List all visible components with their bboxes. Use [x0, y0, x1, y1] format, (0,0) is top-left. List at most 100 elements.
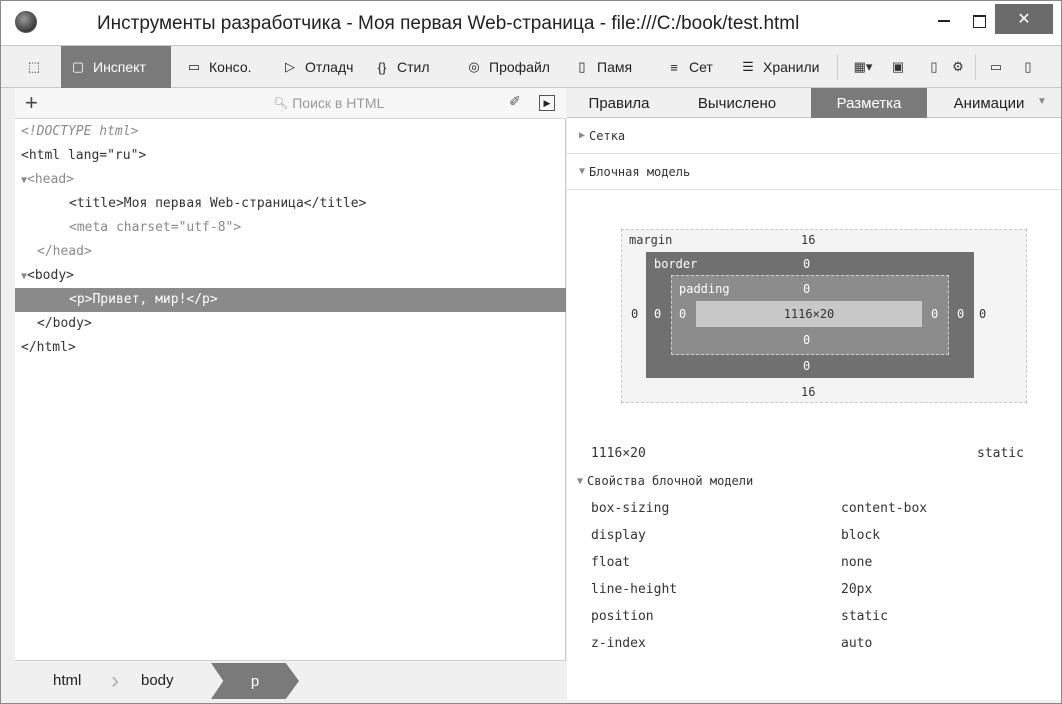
responsive-icon[interactable]: ▯	[925, 58, 943, 76]
debugger-icon: ▷	[285, 59, 295, 74]
tab-storage-label: Хранили	[763, 59, 820, 75]
firefox-icon	[15, 11, 37, 33]
tab-memory[interactable]: ▯ Памя	[565, 46, 649, 88]
margin-top-value[interactable]: 16	[801, 233, 815, 247]
prop-value: none	[841, 555, 873, 570]
tab-console[interactable]: ▭ Консо.	[177, 46, 269, 88]
expand-triangle-icon: ▼	[577, 475, 584, 487]
minimize-button[interactable]	[927, 7, 961, 35]
gear-icon[interactable]: ⚙	[949, 58, 967, 76]
box-model-section-header[interactable]: ▼ Блочная модель	[567, 154, 1061, 190]
html-search[interactable]: 🔍︎ Поиск в HTML	[273, 92, 487, 114]
html-close-node: </html>	[21, 340, 76, 355]
prop-value: content-box	[841, 501, 928, 516]
search-placeholder: Поиск в HTML	[292, 95, 385, 111]
devtools-toolbar: ⬚ ▢ Инспект ▭ Консо. ▷ Отладч {} Стил ◎ …	[1, 45, 1061, 88]
meta-node: <meta charset="utf-8">	[69, 220, 242, 235]
markup-tree: <!DOCTYPE html> <html lang="ru"> ▼<head>…	[15, 120, 566, 360]
dock-side-icon[interactable]: ▯	[1019, 58, 1037, 76]
markup-line[interactable]: </head>	[15, 240, 566, 264]
p-node: <p>Привет, мир!</p>	[69, 292, 218, 307]
tabs-overflow-icon[interactable]: ▼	[1037, 96, 1047, 107]
grid-section-header[interactable]: ▶ Сетка	[567, 118, 1061, 154]
margin-right-value[interactable]: 0	[979, 307, 986, 321]
tab-profiler-label: Профайл	[489, 59, 550, 75]
padding-bottom-value[interactable]: 0	[803, 333, 810, 347]
markup-line[interactable]: <meta charset="utf-8">	[15, 216, 566, 240]
border-left-value[interactable]: 0	[654, 307, 661, 321]
padding-left-value[interactable]: 0	[679, 307, 686, 321]
prop-name: line-height	[591, 582, 678, 597]
tab-computed[interactable]: Вычислено	[677, 88, 797, 118]
tab-style-editor[interactable]: {} Стил	[365, 46, 445, 88]
frames-icon[interactable]: ▦▾	[849, 58, 877, 76]
collapse-triangle-icon: ▶	[579, 130, 586, 141]
toolbar-divider	[837, 54, 838, 80]
tab-layout[interactable]: Разметка	[811, 88, 927, 118]
tab-storage[interactable]: ☰ Хранили	[731, 46, 835, 88]
grid-section-label: Сетка	[589, 128, 626, 143]
tab-animations[interactable]: Анимации	[941, 88, 1037, 118]
prop-name: z-index	[591, 636, 646, 651]
prop-value: auto	[841, 636, 873, 651]
tab-rules[interactable]: Правила	[567, 88, 671, 118]
breadcrumb-html[interactable]: html	[53, 661, 81, 700]
add-node-icon[interactable]: +	[25, 90, 38, 116]
element-picker-icon[interactable]: ⬚	[25, 58, 43, 76]
box-props-section-header[interactable]: ▼ Свойства блочной модели	[567, 466, 1061, 496]
tab-network[interactable]: ≡ Сет	[657, 46, 723, 88]
storage-icon: ☰	[742, 59, 754, 74]
box-model-section-label: Блочная модель	[589, 164, 691, 179]
margin-bottom-value[interactable]: 16	[801, 385, 815, 399]
tab-debugger[interactable]: ▷ Отладч	[273, 46, 363, 88]
memory-icon: ▯	[578, 59, 586, 74]
padding-right-value[interactable]: 0	[931, 307, 938, 321]
doctype-node: <!DOCTYPE html>	[21, 124, 139, 139]
border-bottom-value[interactable]: 0	[803, 359, 810, 373]
box-model-content[interactable]: 1116×20	[696, 301, 922, 327]
margin-label: margin	[629, 233, 673, 247]
tab-inspector-label: Инспект	[93, 59, 146, 75]
padding-label: padding	[679, 282, 730, 296]
tab-memory-label: Памя	[597, 59, 633, 75]
margin-left-value[interactable]: 0	[631, 307, 638, 321]
breadcrumb-separator-icon: ›	[111, 667, 119, 694]
window-title: Инструменты разработчика - Моя первая We…	[97, 13, 800, 34]
tab-inspector[interactable]: ▢ Инспект	[61, 46, 171, 88]
prop-row: z-index auto	[591, 631, 1051, 657]
markup-line[interactable]: <html lang="ru">	[15, 144, 566, 168]
markup-line[interactable]: </html>	[15, 336, 566, 360]
head-node: <head>	[27, 172, 74, 187]
sidebar-panel: Правила Вычислено Разметка Анимации ▼ ▶ …	[567, 88, 1061, 700]
eyedropper-icon[interactable]: ✐	[509, 93, 521, 110]
border-top-value[interactable]: 0	[803, 257, 810, 271]
element-size: 1116×20	[591, 446, 646, 461]
prop-value: static	[841, 609, 888, 624]
border-right-value[interactable]: 0	[957, 307, 964, 321]
head-close-node: </head>	[37, 244, 92, 259]
tab-console-label: Консо.	[209, 59, 252, 75]
toggle-sidebar-icon[interactable]: ▶	[539, 95, 555, 111]
markup-line-selected[interactable]: <p>Привет, мир!</p>	[15, 288, 566, 312]
prop-row: float none	[591, 550, 1051, 576]
markup-line[interactable]: </body>	[15, 312, 566, 336]
split-console-icon[interactable]: ▣	[889, 58, 907, 76]
style-editor-icon: {}	[377, 59, 387, 75]
tab-style-editor-label: Стил	[397, 59, 430, 75]
markup-line[interactable]: ▼<body>	[15, 264, 566, 288]
markup-line[interactable]: <title>Моя первая Web-страница</title>	[15, 192, 566, 216]
breadcrumb-p[interactable]: p	[211, 663, 299, 699]
close-button[interactable]: ✕	[995, 4, 1053, 34]
breadcrumb-body[interactable]: body	[141, 661, 174, 700]
maximize-button[interactable]	[962, 7, 996, 35]
tab-profiler[interactable]: ◎ Профайл	[457, 46, 563, 88]
dock-bottom-icon[interactable]: ▭	[987, 58, 1005, 76]
body-node: <body>	[27, 268, 74, 283]
prop-value: 20px	[841, 582, 873, 597]
markup-line[interactable]: ▼<head>	[15, 168, 566, 192]
markup-toolbar: + 🔍︎ Поиск в HTML ✐ ▶	[15, 88, 566, 119]
padding-top-value[interactable]: 0	[803, 282, 810, 296]
prop-row: box-sizing content-box	[591, 496, 1051, 522]
network-icon: ≡	[670, 59, 678, 75]
markup-line[interactable]: <!DOCTYPE html>	[15, 120, 566, 144]
